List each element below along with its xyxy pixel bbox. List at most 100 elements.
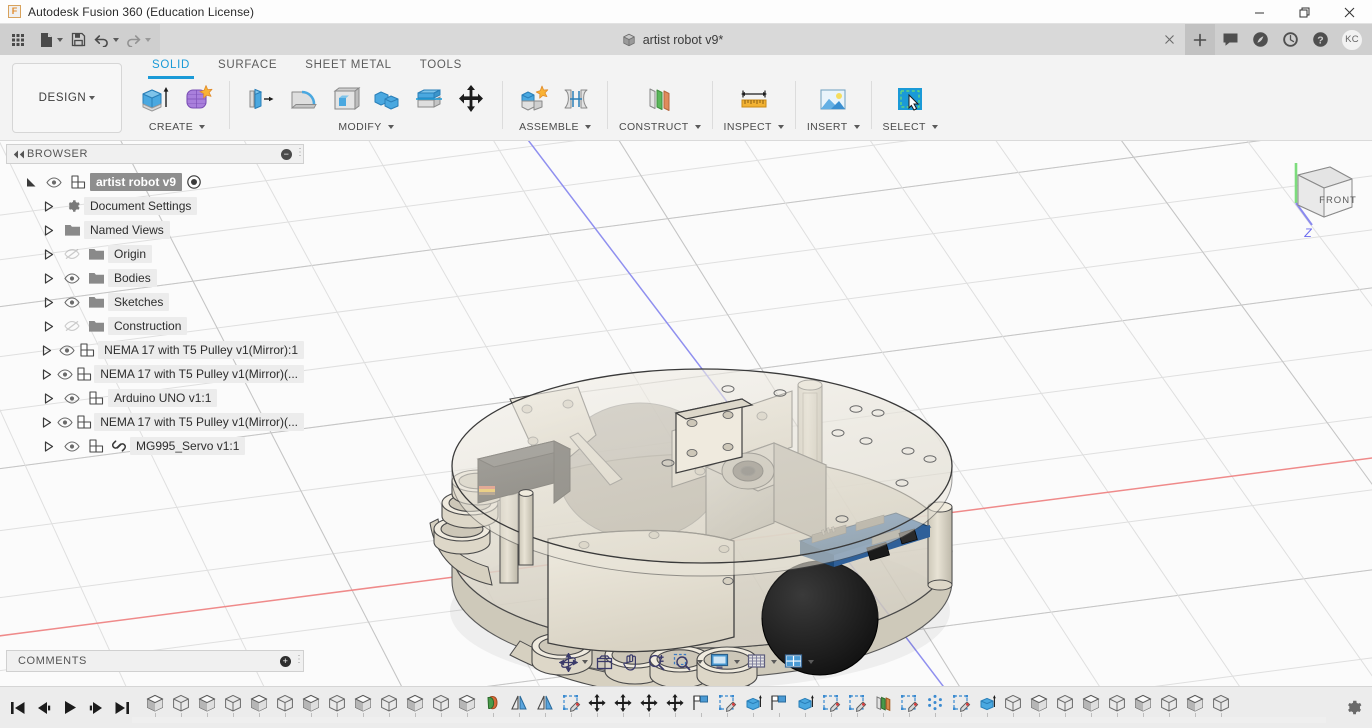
grid-snaps-icon[interactable] <box>744 649 780 675</box>
new-tab-button[interactable] <box>1185 24 1215 55</box>
chevron-down-icon[interactable] <box>808 660 814 664</box>
zoom-icon[interactable] <box>644 649 669 675</box>
group-label-construct[interactable]: CONSTRUCT <box>619 121 701 133</box>
expand-arrow-icon[interactable] <box>38 249 60 260</box>
tree-item-origin[interactable]: Origin <box>6 242 304 266</box>
joint-icon[interactable] <box>556 79 596 119</box>
expand-arrow-icon[interactable] <box>38 297 60 308</box>
measure-icon[interactable] <box>734 79 774 119</box>
chevron-down-icon[interactable] <box>145 38 151 42</box>
collapse-browser-icon[interactable] <box>11 150 27 159</box>
tree-item-artist-robot-v9[interactable]: artist robot v9 <box>6 170 304 194</box>
tree-item-nema-17-1[interactable]: NEMA 17 with T5 Pulley v1(Mirror):1 <box>6 338 304 362</box>
help-icon[interactable]: ? <box>1305 24 1335 55</box>
workspace-selector[interactable]: DESIGN <box>12 63 122 133</box>
chevron-down-icon[interactable] <box>113 38 119 42</box>
step-back-icon[interactable] <box>32 695 56 721</box>
expand-arrow-icon[interactable] <box>38 369 56 380</box>
step-forward-icon[interactable] <box>84 695 108 721</box>
timeline-scroll-thumb[interactable] <box>132 717 1326 723</box>
press-pull-icon[interactable] <box>241 79 281 119</box>
tree-item-construction[interactable]: Construction <box>6 314 304 338</box>
minimize-icon[interactable] <box>1237 0 1282 24</box>
document-tab[interactable]: artist robot v9* <box>612 24 734 55</box>
add-comment-icon[interactable]: + <box>280 656 291 667</box>
chevron-down-icon[interactable] <box>771 660 777 664</box>
restore-icon[interactable] <box>1282 0 1327 24</box>
offset-plane-icon[interactable] <box>640 79 680 119</box>
chevron-down-icon[interactable] <box>57 38 63 42</box>
group-label-assemble[interactable]: ASSEMBLE <box>519 121 591 133</box>
fillet-icon[interactable] <box>283 79 323 119</box>
timeline-settings-icon[interactable] <box>1332 687 1372 728</box>
form-icon[interactable] <box>178 79 218 119</box>
tab-solid[interactable]: SOLID <box>138 55 204 77</box>
save-icon[interactable] <box>66 27 90 53</box>
go-to-beginning-icon[interactable] <box>6 695 30 721</box>
group-label-insert[interactable]: INSERT <box>807 121 860 133</box>
visibility-icon[interactable] <box>57 345 78 356</box>
chevron-down-icon[interactable] <box>582 660 588 664</box>
comments-grip-icon[interactable]: ⋮ <box>294 655 298 667</box>
select-icon[interactable] <box>890 79 930 119</box>
shell-icon[interactable] <box>325 79 365 119</box>
chevron-down-icon[interactable] <box>697 660 703 664</box>
new-document-icon[interactable] <box>36 27 66 53</box>
look-at-icon[interactable] <box>592 649 617 675</box>
combine-icon[interactable] <box>367 79 407 119</box>
job-status-icon[interactable] <box>1275 24 1305 55</box>
browser-minimize-icon[interactable]: − <box>281 149 292 160</box>
expand-arrow-icon[interactable] <box>38 321 60 332</box>
play-icon[interactable] <box>58 695 82 721</box>
data-panel-icon[interactable] <box>1245 24 1275 55</box>
activate-component-icon[interactable] <box>182 175 206 189</box>
visibility-icon[interactable] <box>60 248 84 260</box>
expand-arrow-icon[interactable] <box>38 441 60 452</box>
tree-item-mg995-servo[interactable]: MG995_Servo v1:1 <box>6 434 304 458</box>
orbit-icon[interactable] <box>556 649 591 675</box>
chevron-down-icon[interactable] <box>734 660 740 664</box>
display-settings-icon[interactable] <box>707 649 743 675</box>
group-label-modify[interactable]: MODIFY <box>338 121 393 133</box>
avatar[interactable]: KC <box>1341 29 1363 51</box>
tree-item-bodies[interactable]: Bodies <box>6 266 304 290</box>
expand-arrow-icon[interactable] <box>38 345 57 356</box>
visibility-icon[interactable] <box>56 369 75 380</box>
tree-item-document-settings[interactable]: Document Settings <box>6 194 304 218</box>
new-component-icon[interactable] <box>514 79 554 119</box>
visibility-icon[interactable] <box>60 273 84 284</box>
tab-sheet-metal[interactable]: SHEET METAL <box>291 55 406 77</box>
pan-icon[interactable] <box>618 649 643 675</box>
visibility-icon[interactable] <box>60 297 84 308</box>
go-to-end-icon[interactable] <box>110 695 134 721</box>
fit-icon[interactable] <box>670 649 706 675</box>
expand-arrow-icon[interactable] <box>38 393 60 404</box>
expand-arrow-icon[interactable] <box>38 225 60 236</box>
visibility-icon[interactable] <box>56 417 75 428</box>
browser-grip-icon[interactable]: ⋮ <box>295 148 299 160</box>
expand-arrow-icon[interactable] <box>20 177 42 188</box>
timeline-scrollbar[interactable] <box>132 717 1326 723</box>
group-label-select[interactable]: SELECT <box>883 121 938 133</box>
tree-item-nema-17-3[interactable]: NEMA 17 with T5 Pulley v1(Mirror)(... <box>6 410 304 434</box>
comments-icon[interactable] <box>1215 24 1245 55</box>
expand-arrow-icon[interactable] <box>38 417 56 428</box>
grid-menu-icon[interactable] <box>6 27 30 53</box>
comments-panel[interactable]: COMMENTS + ⋮ <box>6 650 304 672</box>
split-face-icon[interactable] <box>409 79 449 119</box>
view-cube[interactable]: FRONT Z <box>1272 155 1364 243</box>
visibility-icon[interactable] <box>60 320 84 332</box>
tab-tools[interactable]: TOOLS <box>406 55 476 77</box>
visibility-icon[interactable] <box>60 393 84 404</box>
close-document-tab-icon[interactable] <box>1153 24 1185 55</box>
tree-item-named-views[interactable]: Named Views <box>6 218 304 242</box>
redo-icon[interactable] <box>122 27 154 53</box>
extrude-icon[interactable] <box>136 79 176 119</box>
undo-icon[interactable] <box>90 27 122 53</box>
group-label-inspect[interactable]: INSPECT <box>724 121 784 133</box>
group-label-create[interactable]: CREATE <box>149 121 205 133</box>
tab-surface[interactable]: SURFACE <box>204 55 291 77</box>
viewports-icon[interactable] <box>781 649 817 675</box>
expand-arrow-icon[interactable] <box>38 273 60 284</box>
visibility-icon[interactable] <box>60 441 84 452</box>
